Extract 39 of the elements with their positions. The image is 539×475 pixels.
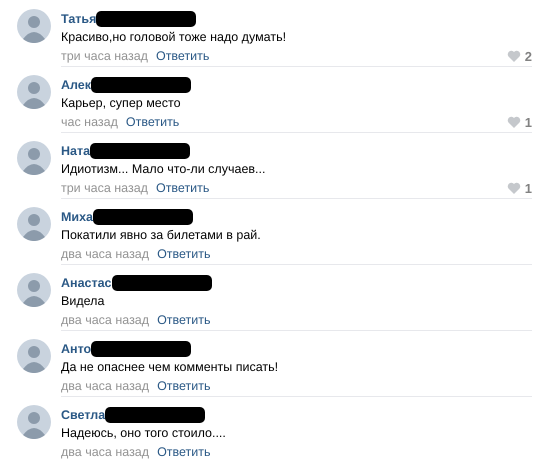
avatar[interactable] [17, 405, 51, 439]
avatar[interactable] [17, 9, 51, 43]
heart-icon [506, 182, 521, 194]
reply-link[interactable]: Ответить [156, 49, 210, 63]
reply-link[interactable]: Ответить [157, 445, 210, 459]
avatar[interactable] [17, 339, 51, 373]
comment-time: два часа назад [61, 313, 150, 327]
comment-time: два часа назад [61, 445, 150, 459]
reply-link[interactable]: Ответить [126, 115, 180, 129]
like-button[interactable]: 1 [506, 114, 532, 130]
like-button[interactable]: 1 [506, 180, 532, 196]
heart-icon [506, 50, 521, 62]
author-name[interactable]: Миха [61, 210, 94, 224]
comment-time: час назад [61, 115, 118, 129]
comment-time: два часа назад [61, 247, 150, 261]
avatar[interactable] [17, 273, 51, 307]
heart-icon [506, 116, 521, 128]
comment-text: Покатили явно за билетами в рай. [61, 228, 262, 242]
like-button[interactable]: 2 [506, 48, 532, 64]
comment-text: Карьер, супер место [61, 96, 182, 110]
comment-time: два часа назад [61, 379, 150, 393]
author-name[interactable]: Алек [61, 78, 92, 92]
avatar[interactable] [17, 207, 51, 241]
reply-link[interactable]: Ответить [156, 181, 210, 195]
comment-text: Красиво,но головой тоже надо думать! [61, 30, 288, 44]
comment-text: Идиотизм... Мало что-ли случаев... [61, 162, 266, 176]
author-name[interactable]: Анто [61, 342, 92, 356]
avatar[interactable] [17, 75, 51, 109]
reply-link[interactable]: Ответить [157, 247, 210, 261]
comment-text: Видела [61, 294, 106, 308]
author-name[interactable]: Татья [61, 12, 96, 26]
avatar[interactable] [17, 141, 51, 175]
comment-time: три часа назад [61, 49, 148, 63]
reply-link[interactable]: Ответить [157, 379, 210, 393]
comment-text: Да не опаснее чем комменты писать! [61, 360, 280, 374]
comment-text: Надеюсь, оно того стоило.... [61, 426, 227, 440]
author-name[interactable]: Анастас [61, 276, 112, 290]
comment-time: три часа назад [61, 181, 148, 195]
reply-link[interactable]: Ответить [157, 313, 210, 327]
